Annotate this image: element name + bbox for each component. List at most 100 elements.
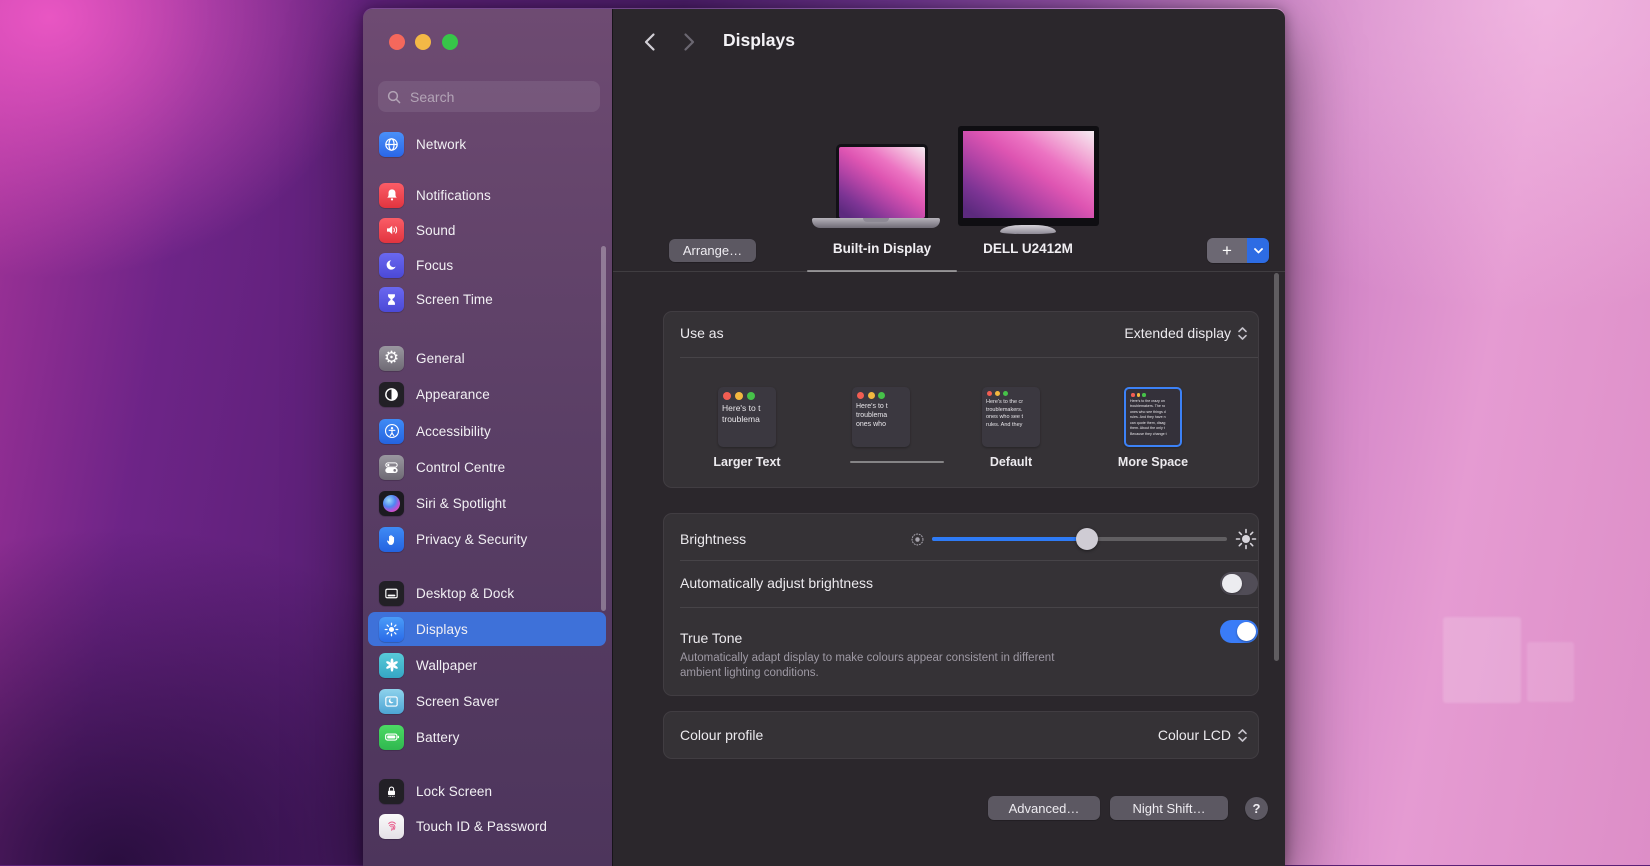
forward-button[interactable] — [678, 31, 700, 53]
search-input[interactable] — [408, 88, 591, 106]
colour-profile-card: Colour profile Colour LCD — [663, 711, 1259, 759]
monitor-bezel — [958, 126, 1099, 226]
sidebar-item-touch-id[interactable]: Touch ID & Password — [368, 809, 606, 843]
siri-orb-icon — [379, 491, 404, 516]
colour-profile-dropdown[interactable]: Colour LCD — [1158, 727, 1248, 743]
true-tone-description-line2: ambient lighting conditions. — [680, 666, 819, 681]
resolution-option-indicator — [850, 461, 944, 463]
toggles-icon — [379, 455, 404, 480]
page-title: Displays — [723, 30, 795, 51]
sidebar-item-privacy-security[interactable]: Privacy & Security — [368, 522, 606, 556]
sidebar-item-label: Accessibility — [416, 424, 491, 439]
chevron-down-icon — [1254, 248, 1263, 254]
back-button[interactable] — [638, 31, 660, 53]
sidebar-item-network[interactable]: Network — [368, 127, 606, 161]
sidebar-item-displays[interactable]: Displays — [368, 612, 606, 646]
help-button[interactable]: ? — [1245, 797, 1268, 820]
resolution-option-default[interactable]: Here's to the cr troublemakers. ones who… — [982, 387, 1040, 447]
resolution-option-larger-text[interactable]: Here's to t troublema — [718, 387, 776, 447]
sidebar-item-wallpaper[interactable]: Wallpaper — [368, 648, 606, 682]
sidebar-item-screen-saver[interactable]: Screen Saver — [368, 684, 606, 718]
sidebar-item-label: Touch ID & Password — [416, 819, 547, 834]
resolution-option-2[interactable]: Here's to t troublema ones who — [852, 387, 910, 447]
colour-profile-label: Colour profile — [680, 727, 763, 743]
sidebar-item-label: Lock Screen — [416, 784, 492, 799]
sidebar-item-label: Screen Time — [416, 292, 493, 307]
sidebar-item-label: Appearance — [416, 387, 490, 402]
laptop-screen — [836, 144, 928, 221]
sidebar-item-desktop-dock[interactable]: Desktop & Dock — [368, 576, 606, 610]
night-shift-button[interactable]: Night Shift… — [1110, 796, 1228, 820]
dock-icon — [379, 581, 404, 606]
use-as-label: Use as — [680, 325, 724, 341]
sidebar-item-accessibility[interactable]: Accessibility — [368, 414, 606, 448]
system-settings-window: Network Notifications Sound Focus Screen… — [363, 8, 1285, 866]
stepper-icon — [1237, 326, 1248, 341]
builtin-display-label: Built-in Display — [822, 241, 942, 256]
use-as-dropdown[interactable]: Extended display — [1124, 325, 1248, 341]
sidebar-item-lock-screen[interactable]: Lock Screen — [368, 774, 606, 808]
advanced-button[interactable]: Advanced… — [988, 796, 1100, 820]
laptop-base — [812, 218, 940, 228]
search-field[interactable] — [378, 81, 600, 112]
stepper-icon — [1237, 728, 1248, 743]
content-pane: Displays Built-in Display DELL U2412M Ar… — [612, 9, 1285, 866]
add-display-button[interactable]: + — [1207, 238, 1247, 263]
sidebar-item-label: Displays — [416, 622, 468, 637]
content-scrollbar[interactable] — [1274, 273, 1279, 661]
sidebar-item-general[interactable]: ⚙ General — [368, 341, 606, 375]
sidebar-item-screen-time[interactable]: Screen Time — [368, 282, 606, 316]
resolution-option-more-space[interactable]: Here's to the crazy on troublemakers. Th… — [1124, 387, 1182, 447]
hourglass-icon — [379, 287, 404, 312]
auto-brightness-toggle[interactable] — [1220, 572, 1258, 595]
display-mode-card: Use as Extended display Here's to t trou… — [663, 311, 1259, 488]
minimize-button[interactable] — [415, 34, 431, 50]
sidebar-item-label: Privacy & Security — [416, 532, 527, 547]
resolution-label-default: Default — [951, 455, 1071, 469]
brightness-slider-knob[interactable] — [1076, 528, 1098, 550]
sidebar-item-focus[interactable]: Focus — [368, 248, 606, 282]
brightness-slider-fill — [932, 537, 1087, 541]
external-display-label: DELL U2412M — [968, 241, 1088, 256]
accessibility-figure-icon — [379, 419, 404, 444]
screensaver-icon — [379, 689, 404, 714]
battery-icon — [379, 725, 404, 750]
sidebar-item-label: Screen Saver — [416, 694, 499, 709]
true-tone-description-line1: Automatically adapt display to make colo… — [680, 651, 1054, 666]
sidebar-item-label: General — [416, 351, 465, 366]
gear-icon: ⚙ — [379, 346, 404, 371]
use-as-value: Extended display — [1124, 325, 1231, 341]
sidebar-scrollbar[interactable] — [601, 246, 606, 611]
arrange-button[interactable]: Arrange… — [669, 239, 756, 262]
brightness-card: Brightness Automatically adjust brightne… — [663, 513, 1259, 696]
sidebar-item-label: Sound — [416, 223, 456, 238]
sun-icon — [379, 617, 404, 642]
auto-brightness-label: Automatically adjust brightness — [680, 575, 873, 591]
sidebar-item-battery[interactable]: Battery — [368, 720, 606, 754]
sidebar-item-label: Control Centre — [416, 460, 505, 475]
close-button[interactable] — [389, 34, 405, 50]
sidebar-item-sound[interactable]: Sound — [368, 213, 606, 247]
bell-icon — [379, 183, 404, 208]
background-window-shape — [1443, 617, 1521, 703]
hand-icon — [379, 527, 404, 552]
sidebar-item-notifications[interactable]: Notifications — [368, 178, 606, 212]
sidebar-item-control-centre[interactable]: Control Centre — [368, 450, 606, 484]
globe-icon — [379, 132, 404, 157]
brightness-dim-icon — [909, 531, 926, 548]
resolution-label-more-space: More Space — [1093, 455, 1213, 469]
speaker-icon — [379, 218, 404, 243]
sidebar: Network Notifications Sound Focus Screen… — [363, 9, 612, 866]
flower-icon — [379, 653, 404, 678]
colour-profile-value: Colour LCD — [1158, 727, 1231, 743]
fingerprint-icon — [379, 814, 404, 839]
sidebar-item-label: Desktop & Dock — [416, 586, 514, 601]
true-tone-label: True Tone — [680, 630, 742, 646]
appearance-circle-icon — [379, 382, 404, 407]
true-tone-toggle[interactable] — [1220, 620, 1258, 643]
add-display-menu-button[interactable] — [1247, 238, 1269, 263]
sidebar-item-siri-spotlight[interactable]: Siri & Spotlight — [368, 486, 606, 520]
moon-icon — [379, 253, 404, 278]
zoom-button[interactable] — [442, 34, 458, 50]
sidebar-item-appearance[interactable]: Appearance — [368, 377, 606, 411]
